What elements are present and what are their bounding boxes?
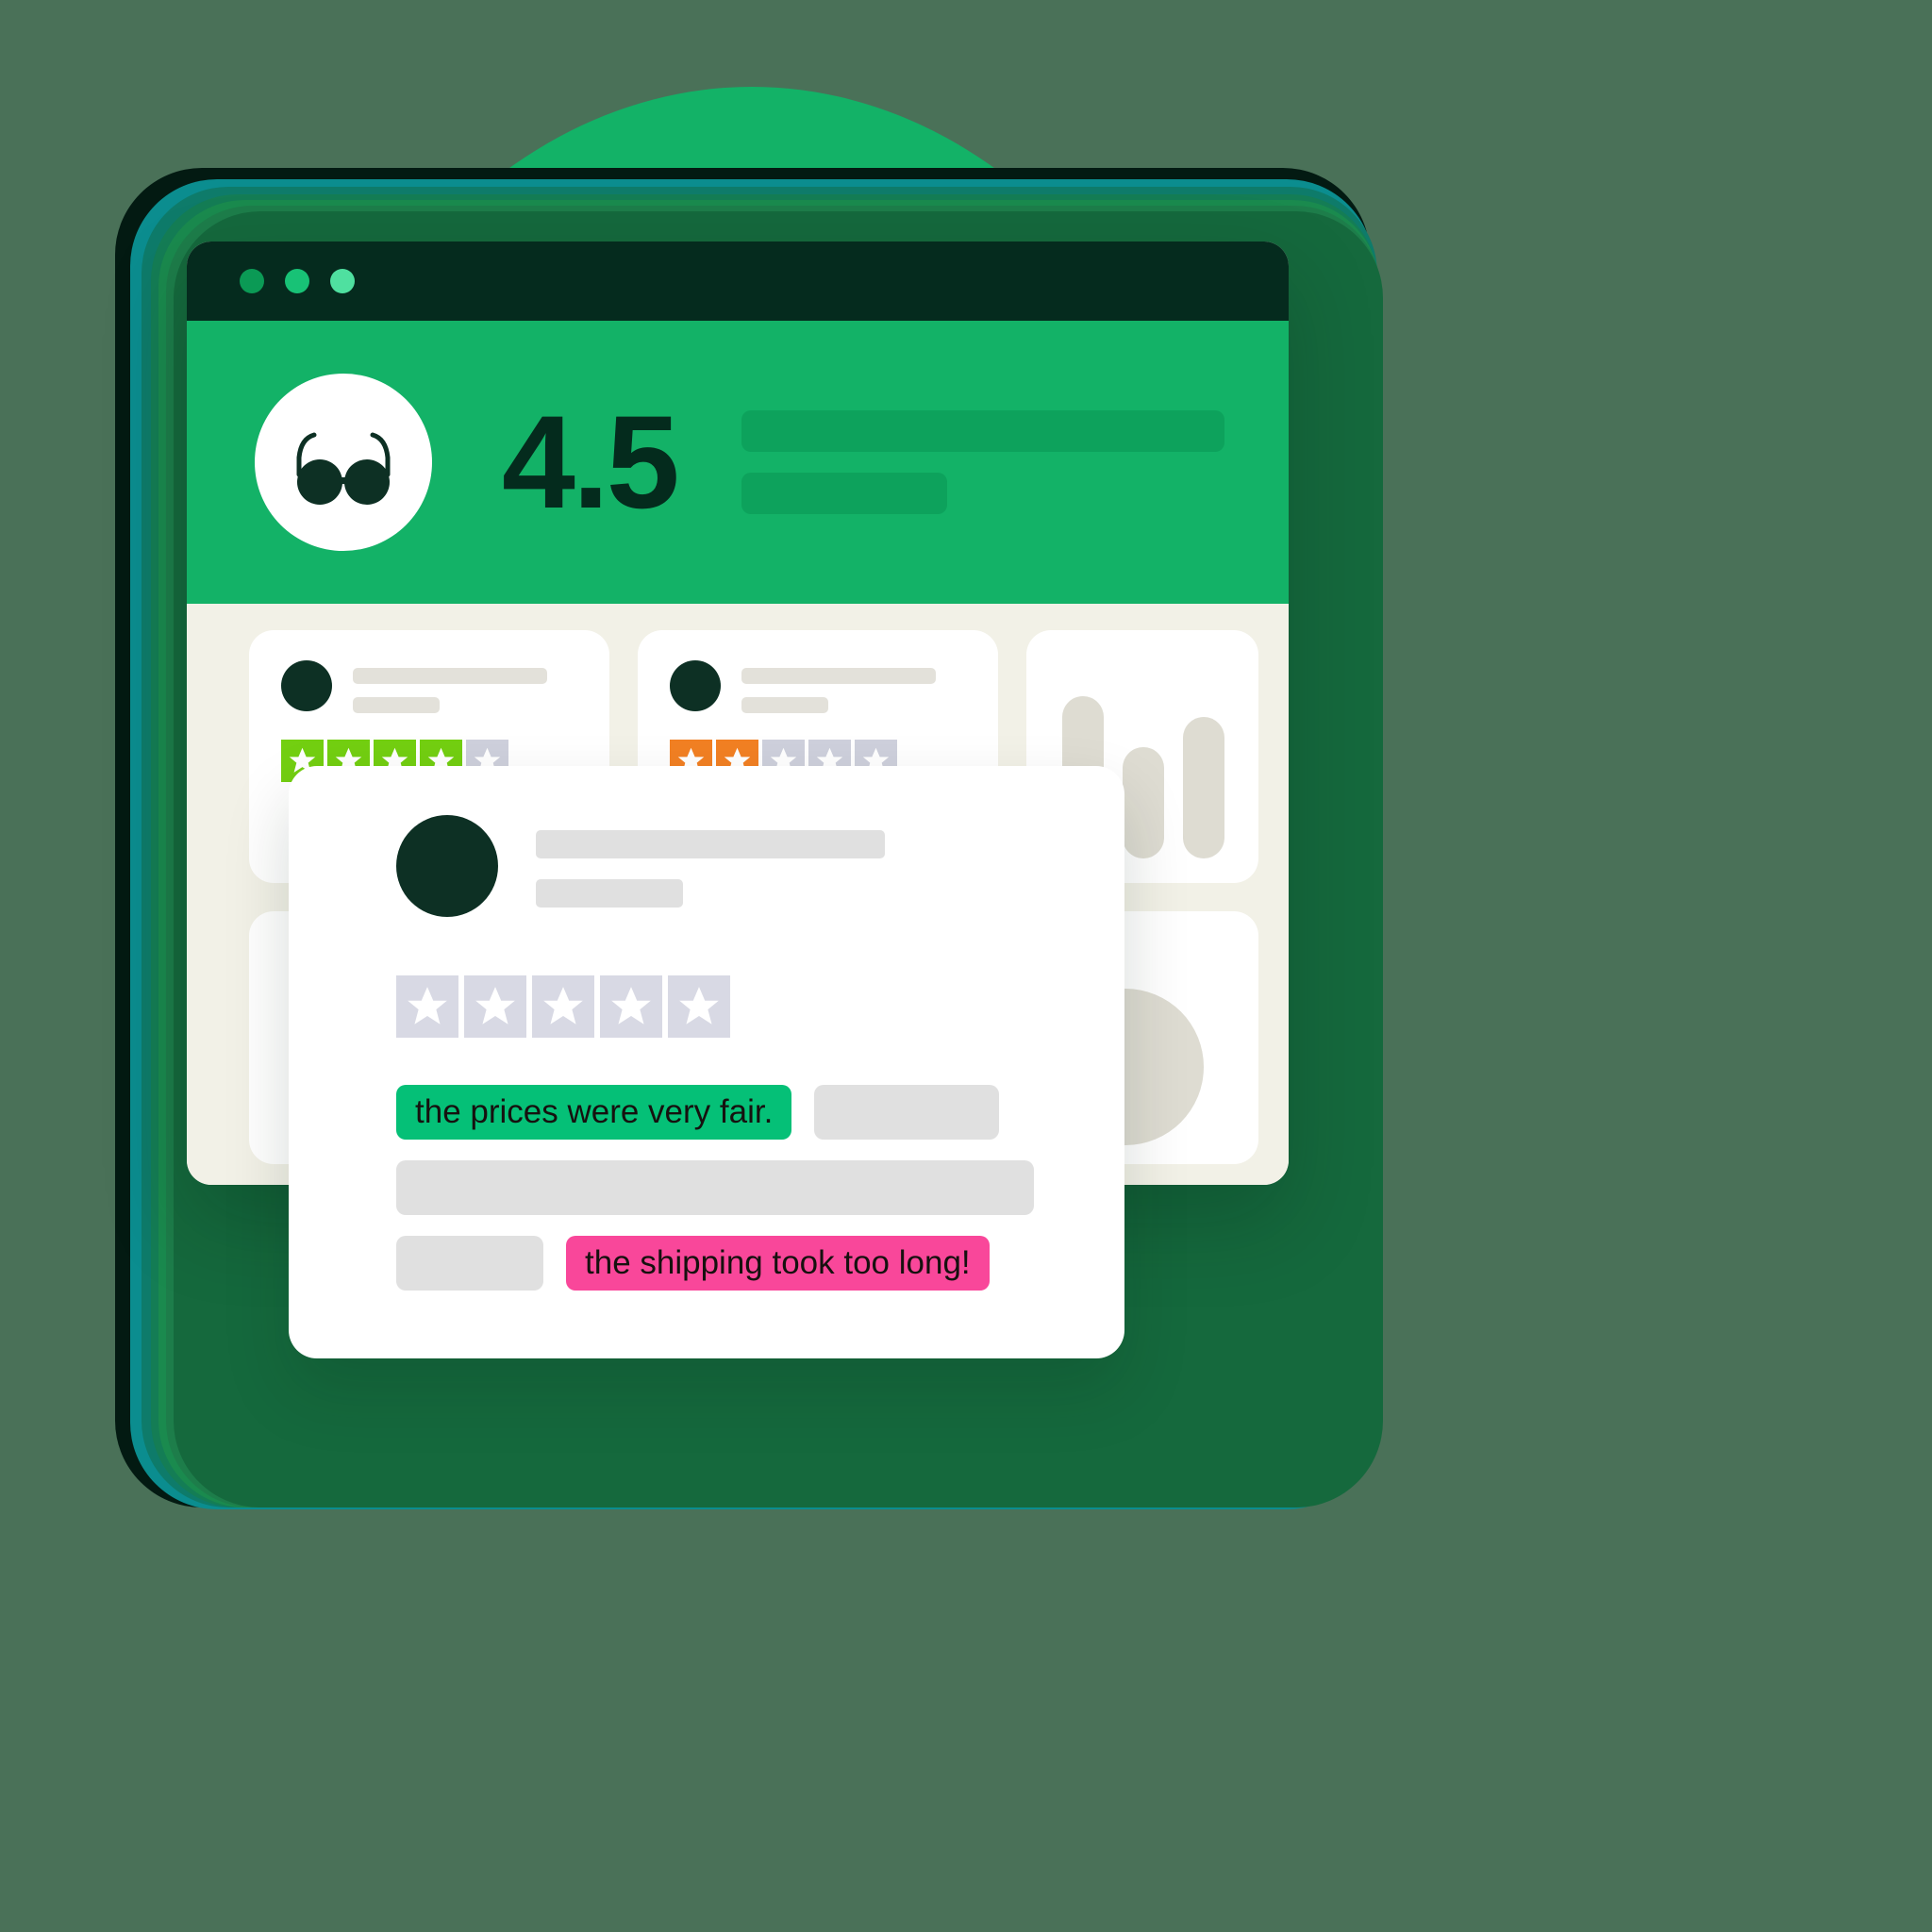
front-card-header	[289, 766, 1124, 917]
reviewer-meta-placeholder	[741, 697, 828, 713]
star-5-icon[interactable]	[668, 975, 730, 1038]
star-4-icon[interactable]	[600, 975, 662, 1038]
review-card-meta	[741, 660, 936, 713]
user-avatar-icon	[281, 660, 332, 711]
positive-sentiment-chip[interactable]: the prices were very fair.	[396, 1085, 792, 1140]
star-3-icon[interactable]	[532, 975, 594, 1038]
star-1-icon[interactable]	[396, 975, 458, 1038]
user-avatar-icon	[396, 815, 498, 917]
reviewer-name-placeholder	[353, 668, 547, 684]
window-dot-1-icon[interactable]	[240, 269, 264, 293]
bar-2	[1123, 747, 1164, 858]
review-card-header	[249, 630, 609, 713]
reviewer-meta-placeholder	[353, 697, 440, 713]
text-placeholder	[396, 1236, 543, 1291]
reviewer-meta-placeholder	[536, 879, 683, 908]
negative-sentiment-chip[interactable]: the shipping took too long!	[566, 1236, 990, 1291]
window-dot-2-icon[interactable]	[285, 269, 309, 293]
hero-subtitle-placeholder	[741, 473, 947, 514]
front-card-meta	[536, 815, 885, 908]
bar-3	[1183, 717, 1224, 858]
text-placeholder	[814, 1085, 1000, 1140]
window-dot-3-icon[interactable]	[330, 269, 355, 293]
rating-hero-banner: 4.5	[187, 321, 1289, 604]
sentiment-row-negative: the shipping took too long!	[396, 1236, 1124, 1291]
star-2-icon[interactable]	[464, 975, 526, 1038]
illustration-stage: 4.5 the prices were very fair. the shipp…	[0, 0, 1932, 1932]
sentiment-row-positive: the prices were very fair.	[396, 1085, 1124, 1140]
text-placeholder	[396, 1160, 1034, 1215]
review-text-rows: the prices were very fair. the shipping …	[289, 1085, 1124, 1291]
browser-titlebar	[187, 242, 1289, 321]
star-rating[interactable]	[289, 975, 1124, 1038]
review-card-meta	[353, 660, 547, 713]
text-placeholder-row	[396, 1160, 1124, 1215]
user-avatar-icon	[670, 660, 721, 711]
highlighted-review-card[interactable]: the prices were very fair. the shipping …	[289, 766, 1124, 1358]
hero-placeholder-lines	[741, 410, 1224, 514]
reviewer-name-placeholder	[536, 830, 885, 858]
hero-title-placeholder	[741, 410, 1224, 452]
review-card-header	[638, 630, 998, 713]
average-rating-value: 4.5	[502, 388, 680, 536]
brand-avatar	[255, 374, 432, 551]
glasses-icon	[296, 432, 391, 505]
reviewer-name-placeholder	[741, 668, 936, 684]
